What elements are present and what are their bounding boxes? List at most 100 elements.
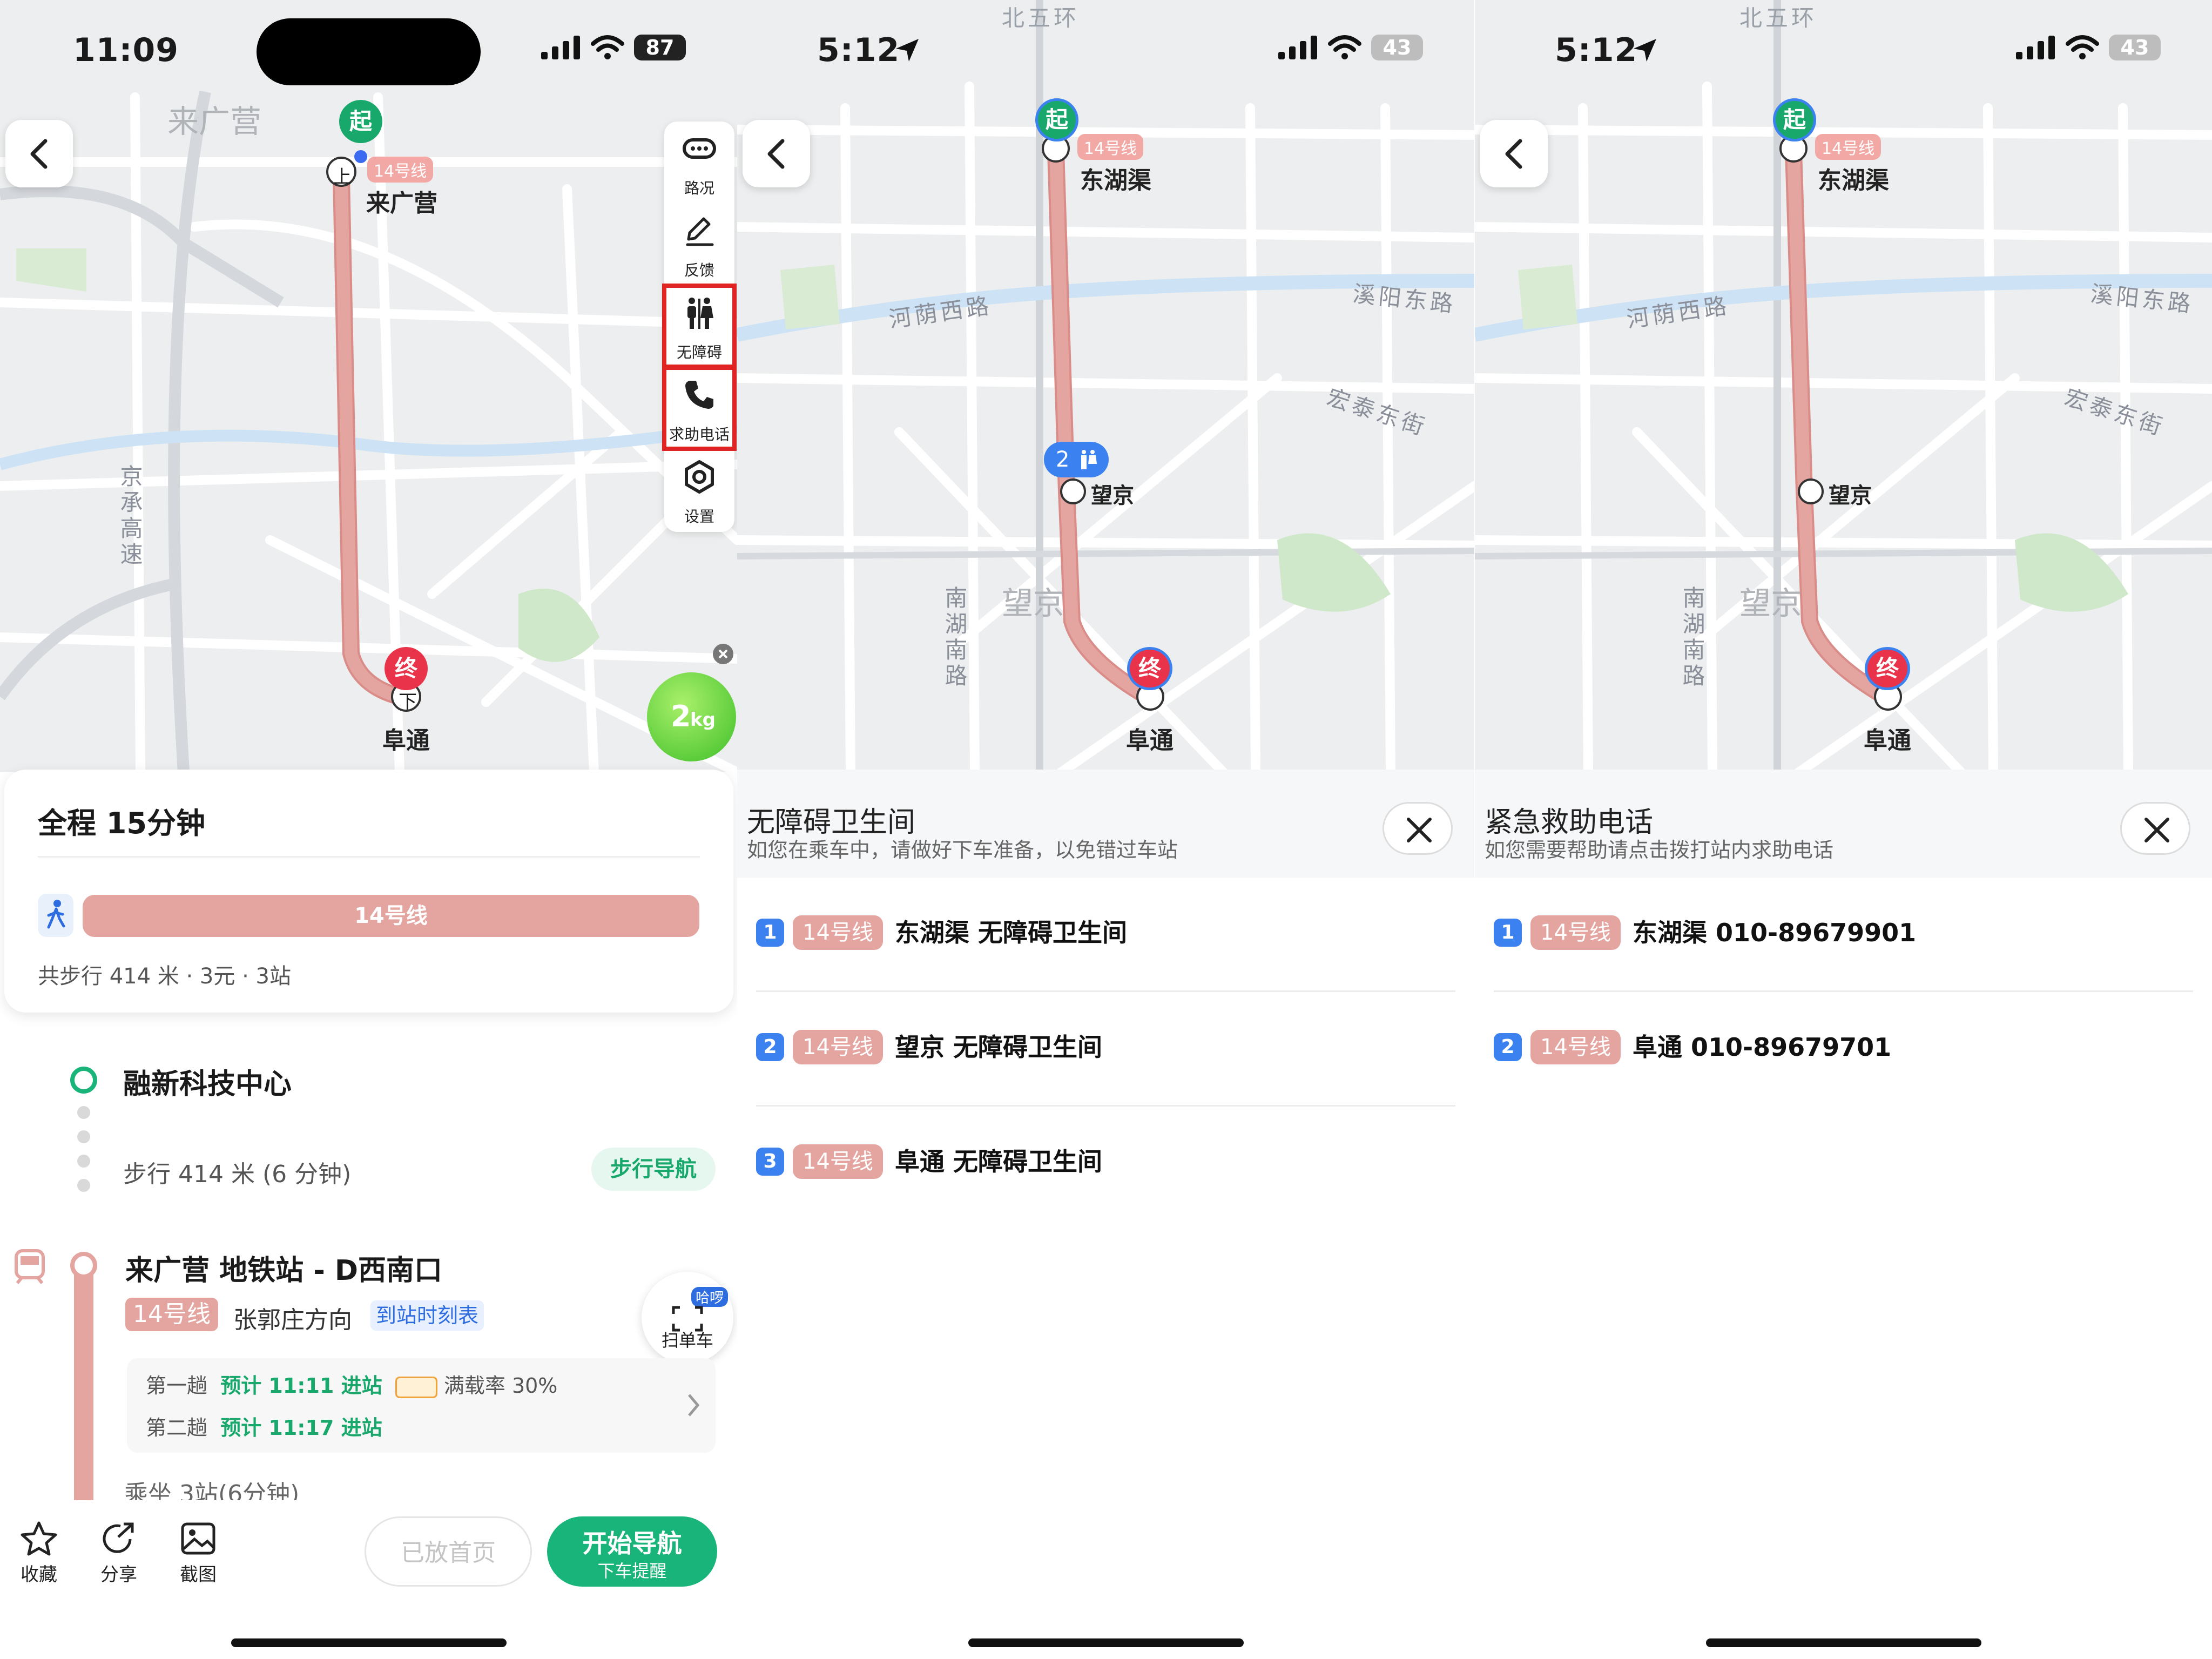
- start-nav-sublabel: 下车提醒: [597, 1561, 667, 1581]
- screen-route-detail: 来广营 起 上 14号线 来广营 终 下 阜通 京承高速 11:09 87 路况: [0, 0, 737, 1659]
- tool-label: 无障碍: [676, 343, 722, 361]
- item-line-tag: 14号线: [1530, 1030, 1621, 1064]
- share-button[interactable]: 分享: [89, 1521, 149, 1586]
- map-area-label: 望京: [1002, 585, 1065, 622]
- star-icon: [21, 1521, 57, 1556]
- start-navigation-button[interactable]: 开始导航 下车提醒: [547, 1516, 717, 1587]
- item-line-tag: 14号线: [1530, 915, 1621, 950]
- back-button[interactable]: [743, 120, 810, 187]
- pinned-home-button[interactable]: 已放首页: [365, 1516, 532, 1587]
- toilet-list-item[interactable]: 1 14号线 东湖渠 无障碍卫生间: [737, 878, 1474, 992]
- start-marker: 起: [339, 100, 382, 143]
- metro-train-icon: [15, 1249, 45, 1284]
- feedback-pen-icon: [686, 217, 714, 246]
- item-number: 2: [756, 1033, 784, 1061]
- tool-label: 求助电话: [669, 426, 730, 443]
- status-time: 5:12: [817, 31, 900, 69]
- item-text: 望京 无障碍卫生间: [895, 1033, 1103, 1062]
- sheet-subtitle: 如您在乘车中，请做好下车准备，以免错过车站: [747, 838, 1178, 862]
- screen-emergency-phones: 北五环 起 14号线 东湖渠 望京 终 阜通 河荫西路 溪阳东路 宏泰东街 南湖…: [1475, 0, 2212, 1659]
- first-train-eta: 预计 11:11 进站: [220, 1374, 382, 1398]
- close-button[interactable]: [1382, 802, 1453, 855]
- metro-segment-line: [74, 1269, 93, 1507]
- line-chip: 14号线: [1077, 134, 1144, 160]
- mid-station-label: 望京: [1829, 483, 1872, 508]
- status-time: 11:09: [73, 31, 179, 69]
- traffic-icon: [683, 138, 716, 159]
- app-root: 来广营 起 上 14号线 来广营 终 下 阜通 京承高速 11:09 87 路况: [0, 0, 2212, 1659]
- origin-dot: [70, 1067, 97, 1094]
- tool-feedback[interactable]: 反馈: [664, 204, 734, 285]
- mid-station-label: 望京: [1091, 483, 1134, 508]
- signal-icon: [2016, 36, 2055, 59]
- route-summary-card: 全程 15分钟 14号线 共步行 414 米 · 3元 · 3站: [4, 770, 733, 1013]
- map-view[interactable]: 来广营 起 上 14号线 来广营 终 下 阜通 京承高速 11:09 87 路况: [0, 0, 737, 772]
- tool-traffic[interactable]: 路况: [664, 122, 734, 203]
- phone-icon: [685, 381, 713, 409]
- line-chip: 14号线: [1815, 134, 1881, 160]
- station-dot: [70, 1252, 97, 1279]
- toilet-icon: [1081, 450, 1097, 469]
- origin-name: 融新科技中心: [123, 1068, 292, 1101]
- map-area-label: 来广营: [167, 103, 262, 140]
- toilet-list-item[interactable]: 2 14号线 望京 无障碍卫生间: [737, 992, 1474, 1107]
- toilet-count-badge[interactable]: 2: [1044, 442, 1109, 477]
- status-bar: 5:12 43: [1475, 0, 2212, 97]
- phone-list-item[interactable]: 2 14号线 阜通 010-89679701: [1475, 992, 2212, 1107]
- close-button[interactable]: [2120, 802, 2190, 855]
- status-icons: 43: [2016, 35, 2161, 60]
- carbon-savings-bubble[interactable]: 2 kg: [647, 672, 736, 761]
- tool-settings[interactable]: 设置: [664, 450, 734, 531]
- arrival-panel[interactable]: 第一趟 预计 11:11 进站 满载率 30% 第二趟 预计 11:17 进站: [127, 1358, 716, 1453]
- status-icons: 43: [1278, 35, 1423, 60]
- walk-icon: [47, 900, 65, 929]
- battery-icon: 43: [1371, 35, 1423, 60]
- line-segment-bar[interactable]: 14号线: [83, 895, 699, 937]
- map-view[interactable]: 北五环 起 14号线 东湖渠 2 望京 终 阜通 河荫西路 溪阳东路 宏泰东街 …: [737, 0, 1474, 772]
- walk-nav-button[interactable]: 步行导航: [591, 1148, 716, 1191]
- favorite-button[interactable]: 收藏: [9, 1521, 69, 1586]
- start-station-label: 东湖渠: [1080, 167, 1151, 194]
- first-train-label: 第一趟: [146, 1374, 208, 1398]
- dynamic-island: [257, 18, 481, 85]
- phone-list-item[interactable]: 1 14号线 东湖渠 010-89679901: [1475, 878, 2212, 992]
- load-rate: 满载率 30%: [443, 1374, 558, 1398]
- carbon-value: 2: [671, 699, 691, 733]
- direction-text: 张郭庄方向: [233, 1306, 352, 1334]
- scan-label: 扫单车: [661, 1330, 713, 1351]
- location-arrow-icon: [1634, 39, 1656, 62]
- close-bubble-icon[interactable]: [713, 644, 733, 664]
- tool-label: 设置: [684, 508, 714, 525]
- sheet-header: 紧急救助电话 如您需要帮助请点击拨打站内求助电话: [1475, 770, 2212, 878]
- map-view[interactable]: 北五环 起 14号线 东湖渠 望京 终 阜通 河荫西路 溪阳东路 宏泰东街 南湖…: [1475, 0, 2212, 772]
- item-number: 1: [756, 919, 784, 947]
- item-line-tag: 14号线: [793, 1144, 883, 1179]
- tool-accessibility[interactable]: 无障碍: [662, 284, 737, 369]
- scan-bike-button[interactable]: 哈啰 扫单车: [642, 1272, 733, 1364]
- item-line-tag: 14号线: [793, 1030, 883, 1064]
- battery-icon: 87: [634, 35, 686, 60]
- signal-icon: [541, 36, 580, 59]
- timetable-link[interactable]: 到站时刻表: [370, 1300, 484, 1331]
- second-train-label: 第二趟: [146, 1416, 208, 1440]
- status-icons: 87: [541, 35, 686, 60]
- item-text: 阜通 无障碍卫生间: [895, 1147, 1103, 1176]
- tool-label: 反馈: [684, 261, 714, 279]
- start-marker: 起: [1035, 98, 1078, 141]
- map-area-label: 望京: [1739, 585, 1803, 622]
- divider: [38, 856, 700, 858]
- end-marker: 终: [1127, 647, 1172, 690]
- back-button[interactable]: [5, 120, 73, 187]
- start-station-label: 来广营: [366, 190, 437, 217]
- toilet-list-item[interactable]: 3 14号线 阜通 无障碍卫生间: [737, 1107, 1474, 1221]
- back-button[interactable]: [1480, 120, 1548, 187]
- road-label: 南湖南路: [941, 586, 968, 690]
- toilet-count: 2: [1056, 447, 1070, 472]
- sheet-header: 无障碍卫生间 如您在乘车中，请做好下车准备，以免错过车站: [737, 770, 1474, 878]
- screenshot-button[interactable]: 截图: [168, 1521, 228, 1586]
- crowd-icon: [395, 1376, 437, 1398]
- chevron-left-icon: [767, 139, 784, 168]
- tool-help-phone[interactable]: 求助电话: [662, 366, 737, 451]
- chevron-left-icon: [1505, 139, 1522, 168]
- bottom-action-bar: 收藏 分享 截图 已放首页 开始导航 下车提醒: [0, 1500, 737, 1659]
